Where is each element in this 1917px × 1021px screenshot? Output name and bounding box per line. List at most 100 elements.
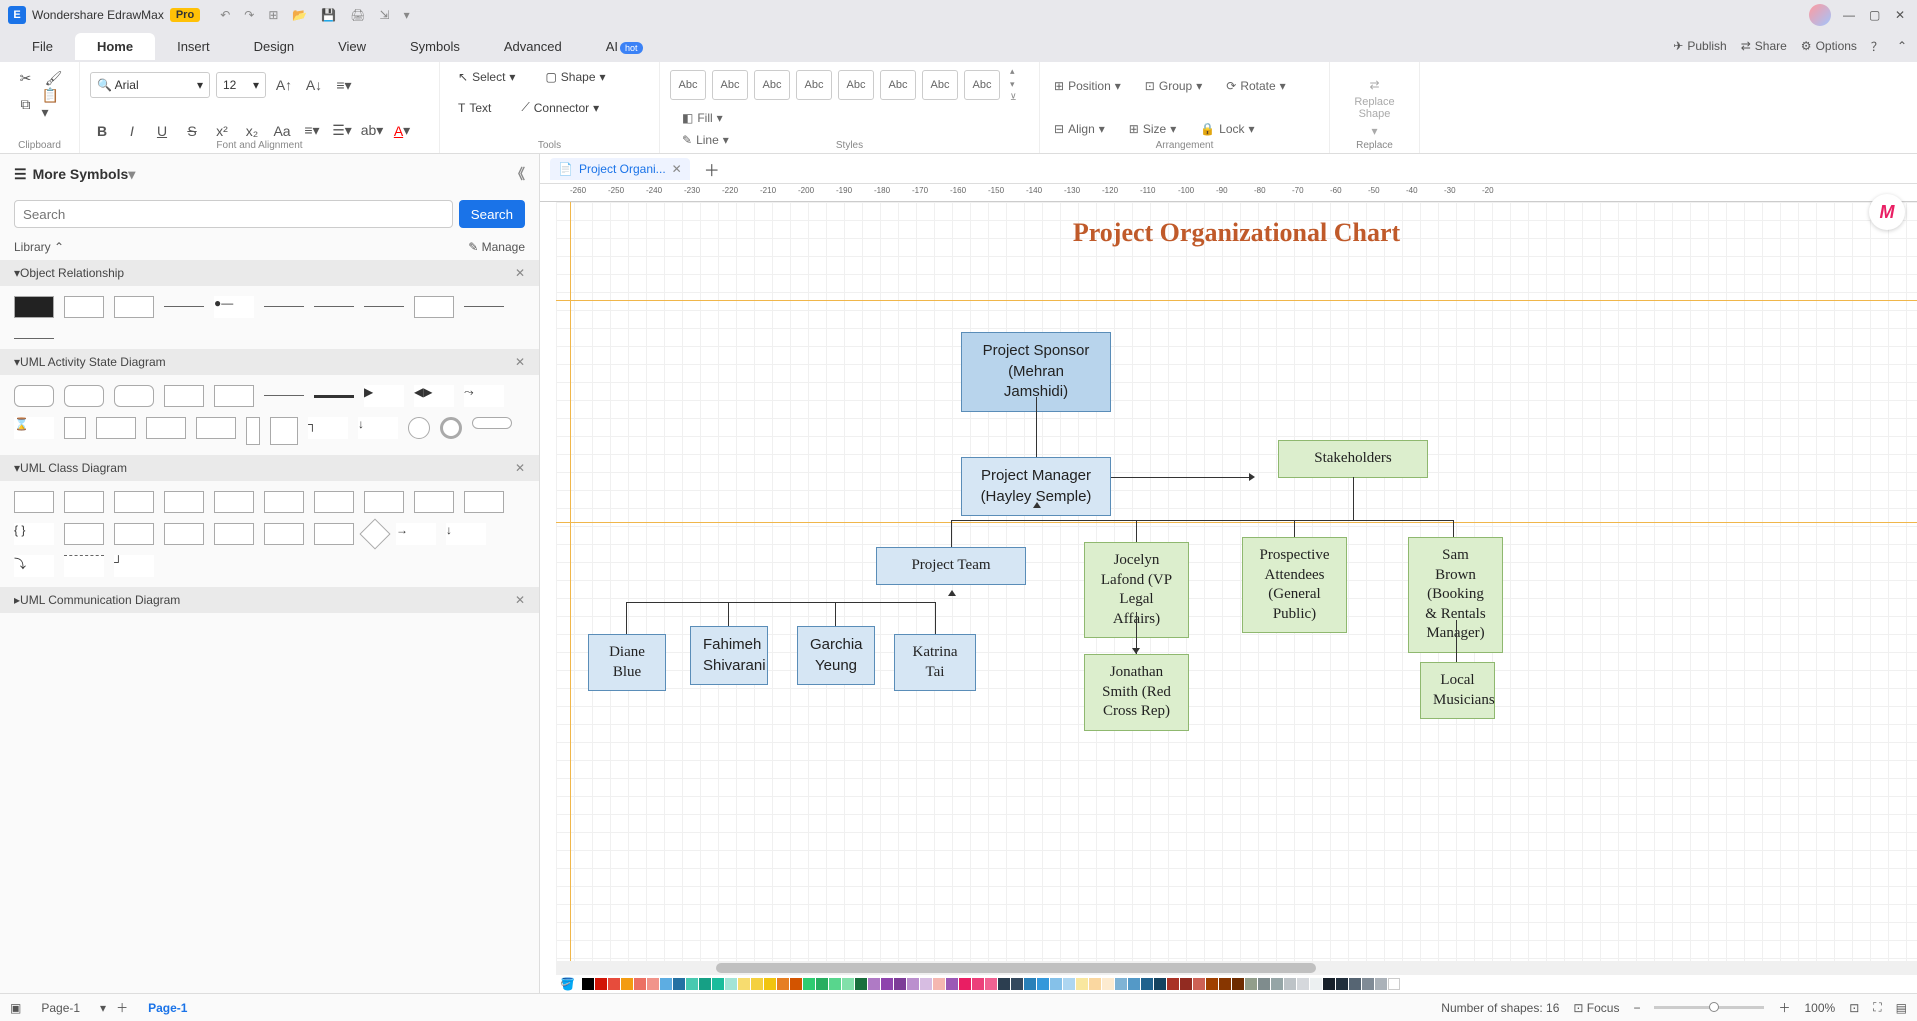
canvas[interactable]: Project Organizational Chart Project Spo… xyxy=(556,202,1917,975)
shape-item[interactable] xyxy=(440,417,462,439)
color-swatch[interactable] xyxy=(712,978,724,990)
menu-insert[interactable]: Insert xyxy=(155,33,232,60)
m-badge-icon[interactable]: M xyxy=(1869,194,1905,230)
fill-button[interactable]: ◧ Fill ▾ xyxy=(678,109,753,127)
color-swatch[interactable] xyxy=(608,978,620,990)
color-swatch[interactable] xyxy=(621,978,633,990)
color-swatch[interactable] xyxy=(1115,978,1127,990)
pages-icon[interactable]: ▣ xyxy=(10,1001,21,1015)
export-icon[interactable]: ⇲ xyxy=(380,8,390,22)
help-icon[interactable]: ？ xyxy=(1871,38,1883,55)
page-tab-1[interactable]: Page-1 xyxy=(138,999,197,1017)
menu-view[interactable]: View xyxy=(316,33,388,60)
node-garchia[interactable]: Garchia Yeung xyxy=(797,626,875,685)
color-swatch[interactable] xyxy=(816,978,828,990)
shape-item[interactable] xyxy=(64,523,104,545)
shape-item[interactable]: ◀▶ xyxy=(414,385,454,407)
color-swatch[interactable] xyxy=(1011,978,1023,990)
close-cat-icon[interactable]: ✕ xyxy=(515,355,525,369)
align-button[interactable]: ⊟ Align ▾ xyxy=(1050,120,1109,138)
color-swatch[interactable] xyxy=(1076,978,1088,990)
publish-button[interactable]: ✈ Publish xyxy=(1673,39,1726,53)
style-2[interactable]: Abc xyxy=(712,70,748,100)
shape-item[interactable] xyxy=(114,296,154,318)
decrease-font-icon[interactable]: A↓ xyxy=(302,73,326,97)
menu-file[interactable]: File xyxy=(10,33,75,60)
color-swatch[interactable] xyxy=(1050,978,1062,990)
color-swatch[interactable] xyxy=(673,978,685,990)
collapse-ribbon-icon[interactable]: ⌃ xyxy=(1897,39,1907,53)
shape-item[interactable]: → xyxy=(396,523,436,545)
shape-item[interactable] xyxy=(64,417,86,439)
shape-item[interactable] xyxy=(364,491,404,513)
cat-uml-activity[interactable]: ▾ UML Activity State Diagram✕ xyxy=(0,349,539,375)
minimize-icon[interactable]: — xyxy=(1843,8,1857,22)
node-diane[interactable]: Diane Blue xyxy=(588,634,666,691)
color-swatch[interactable] xyxy=(634,978,646,990)
paste-icon[interactable]: 📋▾ xyxy=(42,92,66,116)
color-swatch[interactable] xyxy=(855,978,867,990)
color-swatch[interactable] xyxy=(1349,978,1361,990)
shape-item[interactable] xyxy=(14,385,54,407)
cat-uml-class[interactable]: ▾ UML Class Diagram✕ xyxy=(0,455,539,481)
symbol-search-input[interactable] xyxy=(14,200,453,228)
shape-item[interactable]: ⤳ xyxy=(464,385,504,407)
cut-icon[interactable]: ✂ xyxy=(14,66,38,90)
menu-home[interactable]: Home xyxy=(75,33,155,60)
color-swatch[interactable] xyxy=(803,978,815,990)
manage-button[interactable]: ✎ Manage xyxy=(468,240,525,254)
shape-item[interactable] xyxy=(364,306,404,307)
color-swatch[interactable] xyxy=(868,978,880,990)
shape-item[interactable] xyxy=(14,491,54,513)
color-swatch[interactable] xyxy=(907,978,919,990)
shape-tool[interactable]: ▢ Shape ▾ xyxy=(537,66,613,88)
close-icon[interactable]: ✕ xyxy=(1895,8,1909,22)
shape-item[interactable]: ┐ xyxy=(308,417,348,439)
color-swatch[interactable] xyxy=(1323,978,1335,990)
color-swatch[interactable] xyxy=(1310,978,1322,990)
fit-icon[interactable]: ⊡ xyxy=(1849,1001,1859,1015)
color-swatch[interactable] xyxy=(881,978,893,990)
doc-tab[interactable]: 📄 Project Organi... ✕ xyxy=(550,158,690,180)
node-katrina[interactable]: Katrina Tai xyxy=(894,634,976,691)
close-cat-icon[interactable]: ✕ xyxy=(515,593,525,607)
color-swatch[interactable] xyxy=(842,978,854,990)
size-button[interactable]: ⊞ Size ▾ xyxy=(1125,120,1180,138)
zoom-level[interactable]: 100% xyxy=(1804,1001,1835,1015)
color-swatch[interactable] xyxy=(1388,978,1400,990)
open-icon[interactable]: 📂 xyxy=(292,8,307,22)
shape-item[interactable]: ⤵ xyxy=(14,555,54,577)
node-prospective[interactable]: Prospective Attendees (General Public) xyxy=(1242,537,1347,633)
copy-icon[interactable]: ⧉ xyxy=(14,92,38,116)
shape-item[interactable]: ⌛ xyxy=(14,417,54,439)
shape-item[interactable] xyxy=(414,491,454,513)
color-swatch[interactable] xyxy=(1206,978,1218,990)
shape-item[interactable] xyxy=(246,417,260,445)
fullscreen-icon[interactable]: ⛶ xyxy=(1873,1000,1881,1015)
add-page-icon[interactable]: ＋ xyxy=(116,999,128,1016)
user-avatar[interactable] xyxy=(1809,4,1831,26)
color-swatch[interactable] xyxy=(998,978,1010,990)
color-swatch[interactable] xyxy=(1167,978,1179,990)
select-tool[interactable]: ↖ Select ▾ xyxy=(450,66,523,88)
color-swatch[interactable] xyxy=(595,978,607,990)
undo-icon[interactable]: ↶ xyxy=(220,8,230,22)
shape-item[interactable] xyxy=(114,523,154,545)
menu-design[interactable]: Design xyxy=(232,33,316,60)
shape-item[interactable] xyxy=(96,417,136,439)
focus-button[interactable]: ⊡ Focus xyxy=(1573,1001,1619,1015)
symbol-search-button[interactable]: Search xyxy=(459,200,525,228)
close-tab-icon[interactable]: ✕ xyxy=(672,162,682,176)
color-swatch[interactable] xyxy=(725,978,737,990)
shape-item[interactable] xyxy=(164,306,204,307)
shape-item[interactable] xyxy=(214,491,254,513)
color-swatch[interactable] xyxy=(1375,978,1387,990)
shape-item[interactable] xyxy=(214,523,254,545)
color-swatch[interactable] xyxy=(1232,978,1244,990)
menu-ai[interactable]: AIhot xyxy=(584,33,665,60)
shape-item[interactable] xyxy=(14,338,54,339)
shape-item[interactable] xyxy=(214,385,254,407)
shape-item[interactable]: ▶ xyxy=(364,385,404,407)
shape-item[interactable] xyxy=(264,395,304,396)
zoom-out-icon[interactable]: − xyxy=(1633,1001,1640,1015)
